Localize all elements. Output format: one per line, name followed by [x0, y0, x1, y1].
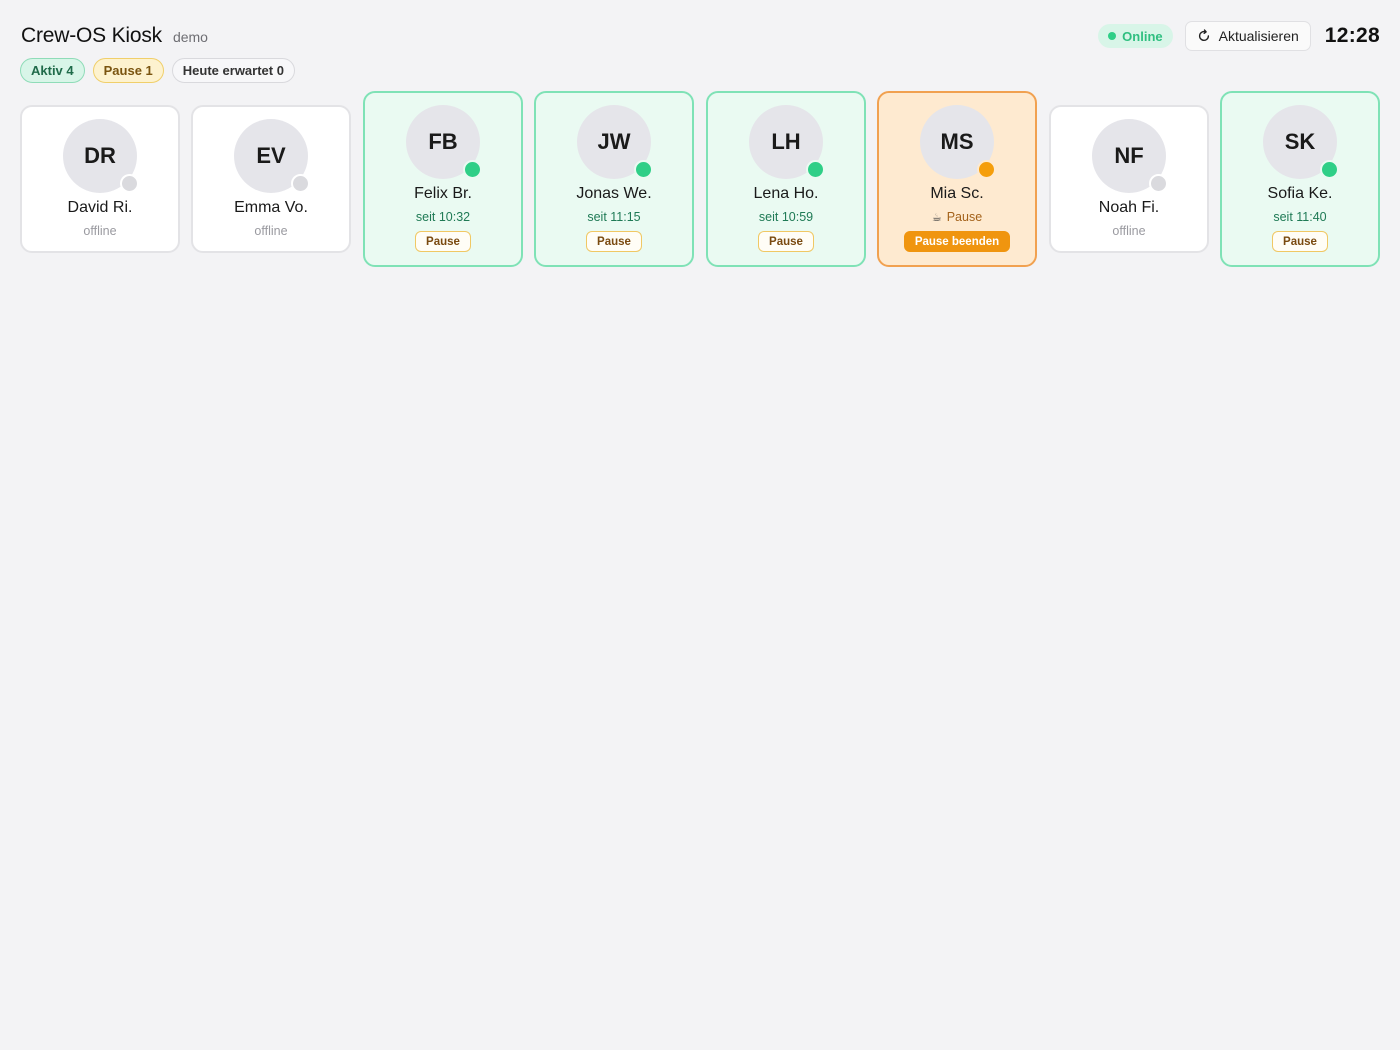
presence-dot-icon: [291, 174, 310, 193]
crew-status: seit 10:32: [415, 210, 471, 224]
title-group: Crew-OS Kiosk demo: [21, 24, 208, 48]
pause-button[interactable]: Pause: [586, 231, 642, 252]
avatar-initials: JW: [597, 129, 631, 154]
chip-pause[interactable]: Pause 1: [92, 58, 164, 83]
avatar-initials: FB: [428, 129, 458, 154]
clock: 12:28: [1324, 24, 1380, 47]
presence-dot-icon: [806, 160, 825, 179]
crew-name: Noah Fi.: [1098, 199, 1160, 216]
header-actions: Online Aktualisieren 12:28: [1098, 21, 1380, 51]
presence-dot-icon: [634, 160, 653, 179]
pause-button[interactable]: Pause: [1272, 231, 1328, 252]
crew-card[interactable]: EV Emma Vo. offline: [191, 105, 351, 253]
avatar-initials: MS: [940, 129, 974, 154]
avatar: MS: [920, 105, 996, 179]
connection-status-label: Online: [1122, 28, 1163, 44]
refresh-button[interactable]: Aktualisieren: [1184, 21, 1311, 51]
crew-status: offline: [1112, 224, 1146, 238]
avatar: SK: [1263, 105, 1339, 179]
end-pause-button[interactable]: Pause beenden: [903, 231, 1011, 252]
summary-chips: Aktiv 4 Pause 1 Heute erwartet 0: [20, 58, 295, 83]
crew-status: seit 10:59: [758, 210, 814, 224]
crew-name: David Ri.: [67, 199, 133, 216]
crew-name: Felix Br.: [414, 185, 472, 202]
avatar: NF: [1092, 119, 1168, 193]
crew-card[interactable]: LH Lena Ho. seit 10:59 Pause: [706, 91, 866, 267]
crew-card[interactable]: JW Jonas We. seit 11:15 Pause: [534, 91, 694, 267]
avatar-initials: EV: [256, 143, 286, 168]
avatar: LH: [749, 105, 825, 179]
coffee-icon: ☕: [931, 211, 942, 224]
crew-card[interactable]: DR David Ri. offline: [20, 105, 180, 253]
presence-dot-icon: [1149, 174, 1168, 193]
crew-status: seit 11:15: [587, 210, 641, 224]
crew-card[interactable]: SK Sofia Ke. seit 11:40 Pause: [1220, 91, 1380, 267]
crew-name: Jonas We.: [576, 185, 652, 202]
crew-status: offline: [83, 224, 117, 238]
crew-card[interactable]: FB Felix Br. seit 10:32 Pause: [363, 91, 523, 267]
crew-status: ☕ Pause: [932, 210, 982, 224]
avatar: FB: [406, 105, 482, 179]
refresh-icon: [1198, 29, 1209, 42]
avatar: DR: [63, 119, 139, 193]
chip-aktiv[interactable]: Aktiv 4: [20, 58, 85, 83]
avatar-initials: NF: [1114, 143, 1144, 168]
crew-name: Emma Vo.: [234, 199, 308, 216]
app-title: Crew-OS Kiosk: [21, 24, 162, 47]
connection-status-badge: Online: [1098, 24, 1173, 48]
crew-name: Sofia Ke.: [1267, 185, 1333, 202]
avatar-initials: DR: [84, 143, 116, 168]
presence-dot-icon: [463, 160, 482, 179]
presence-dot-icon: [120, 174, 139, 193]
avatar-initials: LH: [771, 129, 801, 154]
avatar: JW: [577, 105, 653, 179]
refresh-label: Aktualisieren: [1218, 28, 1299, 44]
crew-name: Mia Sc.: [930, 185, 984, 202]
online-dot-icon: [1108, 32, 1117, 40]
avatar-initials: SK: [1284, 129, 1316, 154]
crew-status: offline: [254, 224, 288, 238]
app-subtitle: demo: [172, 29, 208, 45]
crew-status: seit 11:40: [1273, 210, 1327, 224]
kiosk-header: Crew-OS Kiosk demo Online Aktualisieren …: [21, 20, 1380, 52]
chip-heute-erwartet[interactable]: Heute erwartet 0: [171, 58, 295, 83]
pause-button[interactable]: Pause: [758, 231, 814, 252]
avatar: EV: [234, 119, 310, 193]
crew-name: Lena Ho.: [753, 185, 819, 202]
crew-status-label: Pause: [946, 210, 983, 224]
pause-button[interactable]: Pause: [415, 231, 471, 252]
crew-card[interactable]: NF Noah Fi. offline: [1049, 105, 1209, 253]
presence-dot-icon: [977, 160, 996, 179]
presence-dot-icon: [1320, 160, 1339, 179]
crew-card[interactable]: MS Mia Sc. ☕ Pause Pause beenden: [877, 91, 1037, 267]
crew-grid: DR David Ri. offline EV Emma Vo. offline…: [20, 91, 1380, 271]
